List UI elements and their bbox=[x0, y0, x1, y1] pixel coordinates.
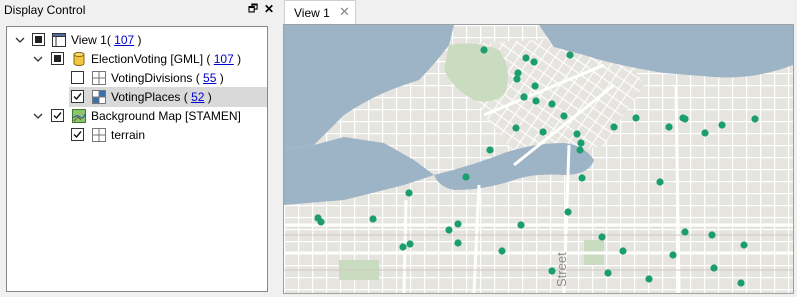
voting-place-point[interactable] bbox=[681, 115, 689, 123]
view-window-icon bbox=[51, 32, 67, 48]
voting-place-point[interactable] bbox=[718, 121, 726, 129]
voting-place-point[interactable] bbox=[399, 243, 407, 251]
voting-place-point[interactable] bbox=[532, 97, 540, 105]
voting-place-point[interactable] bbox=[405, 189, 413, 197]
divisions-count-link[interactable]: 55 bbox=[203, 71, 216, 85]
voting-place-point[interactable] bbox=[406, 240, 414, 248]
voting-places-checkbox[interactable] bbox=[71, 90, 84, 103]
voting-place-point[interactable] bbox=[531, 82, 539, 90]
tab-label: View 1 bbox=[294, 6, 330, 20]
voting-place-point[interactable] bbox=[701, 129, 709, 137]
map-icon bbox=[71, 108, 87, 124]
chevron-down-icon[interactable] bbox=[32, 110, 44, 122]
layer-tree: View 1( 107 ) ElectionVoting [GML] ( 107… bbox=[6, 26, 268, 292]
background-map-checkbox[interactable] bbox=[51, 109, 64, 122]
voting-place-point[interactable] bbox=[681, 228, 689, 236]
voting-place-point[interactable] bbox=[578, 174, 586, 182]
election-voting-checkbox[interactable] bbox=[51, 52, 64, 65]
voting-place-point[interactable] bbox=[708, 231, 716, 239]
voting-place-point[interactable] bbox=[619, 247, 627, 255]
layer-grid-icon bbox=[91, 70, 107, 86]
chevron-down-icon[interactable] bbox=[14, 34, 26, 46]
voting-place-point[interactable] bbox=[539, 128, 547, 136]
voting-place-point[interactable] bbox=[445, 226, 453, 234]
voting-place-point[interactable] bbox=[522, 54, 530, 62]
voting-place-point[interactable] bbox=[462, 173, 470, 181]
voting-place-point[interactable] bbox=[751, 115, 759, 123]
voting-place-point[interactable] bbox=[530, 58, 538, 66]
float-icon[interactable]: 🗗 bbox=[246, 2, 260, 16]
voting-place-point[interactable] bbox=[710, 264, 718, 272]
close-icon[interactable]: ✕ bbox=[339, 4, 350, 20]
voting-place-point[interactable] bbox=[598, 233, 606, 241]
tree-row-voting-divisions[interactable]: VotingDivisions ( 55 ) bbox=[7, 68, 267, 88]
voting-place-point[interactable] bbox=[573, 130, 581, 138]
voting-place-point[interactable] bbox=[740, 241, 748, 249]
layer-grid-icon bbox=[91, 127, 107, 143]
voting-place-point[interactable] bbox=[576, 146, 584, 154]
voting-place-point[interactable] bbox=[517, 221, 525, 229]
voting-place-point[interactable] bbox=[513, 75, 521, 83]
chevron-down-icon[interactable] bbox=[32, 53, 44, 65]
places-count-link[interactable]: 52 bbox=[191, 90, 204, 104]
voting-divisions-label: VotingDivisions ( 55 ) bbox=[111, 71, 224, 85]
map-svg[interactable]: Street bbox=[284, 25, 793, 293]
voting-place-point[interactable] bbox=[610, 123, 618, 131]
tab-view-1[interactable]: View 1 ✕ bbox=[284, 0, 356, 24]
view-count-link[interactable]: 107 bbox=[114, 33, 134, 47]
voting-place-point[interactable] bbox=[512, 124, 520, 132]
tree-row-background-map[interactable]: Background Map [STAMEN] bbox=[7, 106, 267, 126]
terrain-checkbox[interactable] bbox=[71, 128, 84, 141]
voting-place-point[interactable] bbox=[369, 215, 377, 223]
terrain-label: terrain bbox=[111, 128, 146, 142]
voting-place-point[interactable] bbox=[498, 247, 506, 255]
voting-place-point[interactable] bbox=[454, 239, 462, 247]
voting-place-point[interactable] bbox=[486, 146, 494, 154]
background-map-label: Background Map [STAMEN] bbox=[91, 109, 241, 123]
voting-place-point[interactable] bbox=[560, 112, 568, 120]
view-checkbox[interactable] bbox=[32, 33, 45, 46]
voting-place-point[interactable] bbox=[514, 69, 522, 77]
voting-place-point[interactable] bbox=[632, 114, 640, 122]
view-label: View 1( 107 ) bbox=[71, 33, 142, 47]
view-tab-bar: View 1 ✕ bbox=[282, 0, 797, 24]
voting-places-label: VotingPlaces ( 52 ) bbox=[111, 90, 212, 104]
street-name: Street bbox=[554, 252, 569, 287]
map-canvas[interactable]: Street bbox=[283, 24, 794, 294]
voting-place-point[interactable] bbox=[520, 93, 528, 101]
voting-place-point[interactable] bbox=[566, 51, 574, 59]
voting-place-point[interactable] bbox=[317, 218, 325, 226]
display-control-panel: Display Control 🗗 ✕ View 1( 107 ) Electi bbox=[0, 0, 279, 297]
tree-row-view[interactable]: View 1( 107 ) bbox=[7, 30, 267, 50]
election-voting-label: ElectionVoting [GML] ( 107 ) bbox=[91, 52, 242, 66]
tree-row-voting-places[interactable]: VotingPlaces ( 52 ) bbox=[7, 87, 267, 107]
dock-title: Display Control bbox=[4, 3, 86, 17]
voting-divisions-checkbox[interactable] bbox=[71, 71, 84, 84]
voting-place-point[interactable] bbox=[669, 251, 677, 259]
voting-place-point[interactable] bbox=[548, 267, 556, 275]
dock-title-bar: Display Control 🗗 ✕ bbox=[0, 0, 279, 20]
voting-place-point[interactable] bbox=[577, 139, 585, 147]
voting-place-point[interactable] bbox=[454, 220, 462, 228]
tree-row-election-voting[interactable]: ElectionVoting [GML] ( 107 ) bbox=[7, 49, 267, 69]
voting-place-point[interactable] bbox=[665, 123, 673, 131]
election-count-link[interactable]: 107 bbox=[214, 52, 234, 66]
database-icon bbox=[71, 51, 87, 67]
voting-place-point[interactable] bbox=[480, 46, 488, 54]
voting-place-point[interactable] bbox=[737, 279, 745, 287]
voting-place-point[interactable] bbox=[656, 178, 664, 186]
voting-place-point[interactable] bbox=[564, 208, 572, 216]
layer-points-icon bbox=[91, 89, 107, 105]
voting-place-point[interactable] bbox=[604, 269, 612, 277]
voting-place-point[interactable] bbox=[548, 100, 556, 108]
close-icon[interactable]: ✕ bbox=[262, 2, 276, 16]
voting-place-point[interactable] bbox=[645, 275, 653, 283]
tree-row-terrain[interactable]: terrain bbox=[7, 125, 267, 145]
